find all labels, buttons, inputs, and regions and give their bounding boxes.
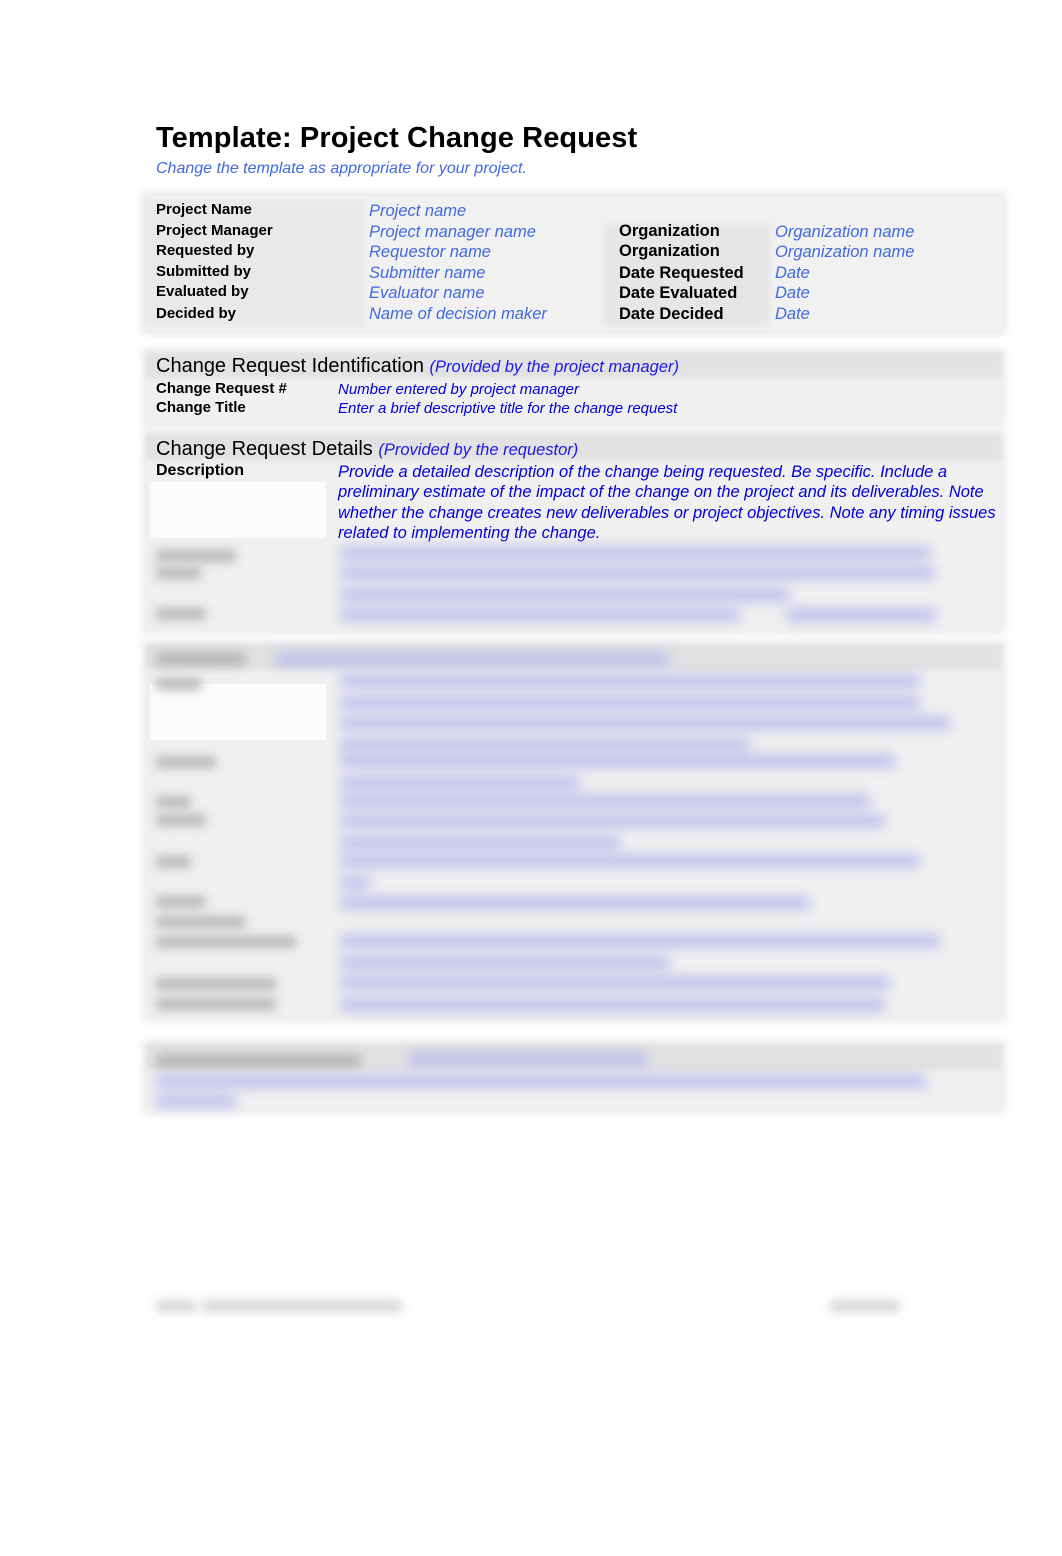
blurred-text <box>340 956 670 970</box>
details-title-text: Change Request Details <box>156 438 373 460</box>
blurred-text <box>340 854 920 868</box>
details-title: Change Request Details (Provided by the … <box>156 438 578 461</box>
document-page: Template: Project Change Request Change … <box>0 0 1062 1556</box>
blurred-text <box>340 588 790 602</box>
info-value-date-decided[interactable]: Date <box>775 305 810 324</box>
info-label-requested-by: Requested by <box>156 242 255 259</box>
description-label: Description <box>156 462 245 479</box>
cell-background <box>150 482 326 538</box>
blurred-text <box>340 896 810 910</box>
blurred-text <box>340 976 890 990</box>
info-label-organization: Organization <box>619 222 720 240</box>
blurred-label <box>156 814 206 826</box>
blurred-label <box>156 936 296 948</box>
blurred-label <box>156 978 276 990</box>
blurred-text <box>340 876 370 890</box>
page-title: Template: Project Change Request <box>156 122 638 154</box>
footer-left-text <box>156 1300 196 1312</box>
change-request-number-value[interactable]: Number entered by project manager <box>338 381 579 398</box>
details-note: (Provided by the requestor) <box>378 441 579 459</box>
blurred-label <box>156 916 246 928</box>
footer-page-number <box>830 1300 900 1312</box>
blurred-label <box>156 998 276 1010</box>
description-value[interactable]: Provide a detailed description of the ch… <box>338 462 998 543</box>
blurred-text <box>340 546 930 560</box>
info-value-date-requested[interactable]: Date <box>775 264 810 283</box>
blurred-text <box>340 608 740 622</box>
blurred-text <box>340 566 935 580</box>
blurred-text <box>340 674 920 688</box>
info-value-submitted-by[interactable]: Submitter name <box>369 264 485 283</box>
blurred-text <box>340 836 620 850</box>
info-value-decided-by[interactable]: Name of decision maker <box>369 305 547 324</box>
blurred-label <box>156 550 236 562</box>
info-label-decided-by: Decided by <box>156 305 237 322</box>
info-value-date-evaluated[interactable]: Date <box>775 284 810 303</box>
info-value-project-manager[interactable]: Project manager name <box>369 223 536 242</box>
change-title-label: Change Title <box>156 399 246 416</box>
info-label-evaluated-by: Evaluated by <box>156 283 249 300</box>
blurred-label <box>156 567 201 579</box>
blurred-section-note <box>274 652 669 666</box>
info-value-evaluated-by[interactable]: Evaluator name <box>369 284 485 303</box>
cell-background <box>150 684 326 740</box>
blurred-text <box>340 738 750 752</box>
blurred-text <box>786 608 936 622</box>
blurred-text <box>156 1074 926 1088</box>
info-value-organization[interactable]: Organization name <box>775 223 914 242</box>
blurred-section-note <box>408 1052 648 1066</box>
blurred-text <box>340 776 580 790</box>
footer-left-text <box>202 1300 402 1312</box>
identification-note: (Provided by the project manager) <box>429 358 679 376</box>
info-label-date-requested: Date Requested <box>619 264 744 282</box>
change-title-value[interactable]: Enter a brief descriptive title for the … <box>338 400 677 417</box>
identification-title-text: Change Request Identification <box>156 355 424 377</box>
details-section: Change Request Details (Provided by the … <box>146 434 1002 630</box>
blurred-text <box>340 794 870 808</box>
info-value-project-name[interactable]: Project name <box>369 202 466 221</box>
identification-title: Change Request Identification (Provided … <box>156 355 679 378</box>
info-value-requested-by[interactable]: Requestor name <box>369 243 491 262</box>
blurred-text <box>340 754 895 768</box>
blurred-section-title <box>156 1054 361 1068</box>
page-subtitle: Change the template as appropriate for y… <box>156 160 527 177</box>
info-label-date-evaluated: Date Evaluated <box>619 284 738 302</box>
blurred-text <box>156 1094 236 1108</box>
blurred-text <box>340 696 920 710</box>
blurred-section-title <box>156 652 246 666</box>
info-label-organization-2: Organization <box>619 242 720 260</box>
blurred-label <box>156 608 206 620</box>
info-label-project-name: Project Name <box>156 201 252 218</box>
implementation-section <box>146 1044 1002 1110</box>
info-value-organization-2[interactable]: Organization name <box>775 243 914 262</box>
info-label-project-manager: Project Manager <box>156 222 273 239</box>
change-request-number-label: Change Request # <box>156 380 287 397</box>
blurred-label <box>156 896 206 908</box>
blurred-text <box>340 934 940 948</box>
evaluation-section <box>146 644 1002 1018</box>
blurred-text <box>340 716 950 730</box>
blurred-text <box>340 814 885 828</box>
blurred-text <box>340 998 885 1012</box>
info-label-submitted-by: Submitted by <box>156 263 252 280</box>
identification-section: Change Request Identification (Provided … <box>146 352 1002 424</box>
blurred-label <box>156 796 191 808</box>
blurred-label <box>156 756 216 768</box>
project-info-table: Project Name Project name Project Manage… <box>146 196 1002 330</box>
blurred-label <box>156 856 191 868</box>
blurred-label <box>156 678 201 690</box>
info-label-date-decided: Date Decided <box>619 305 724 323</box>
